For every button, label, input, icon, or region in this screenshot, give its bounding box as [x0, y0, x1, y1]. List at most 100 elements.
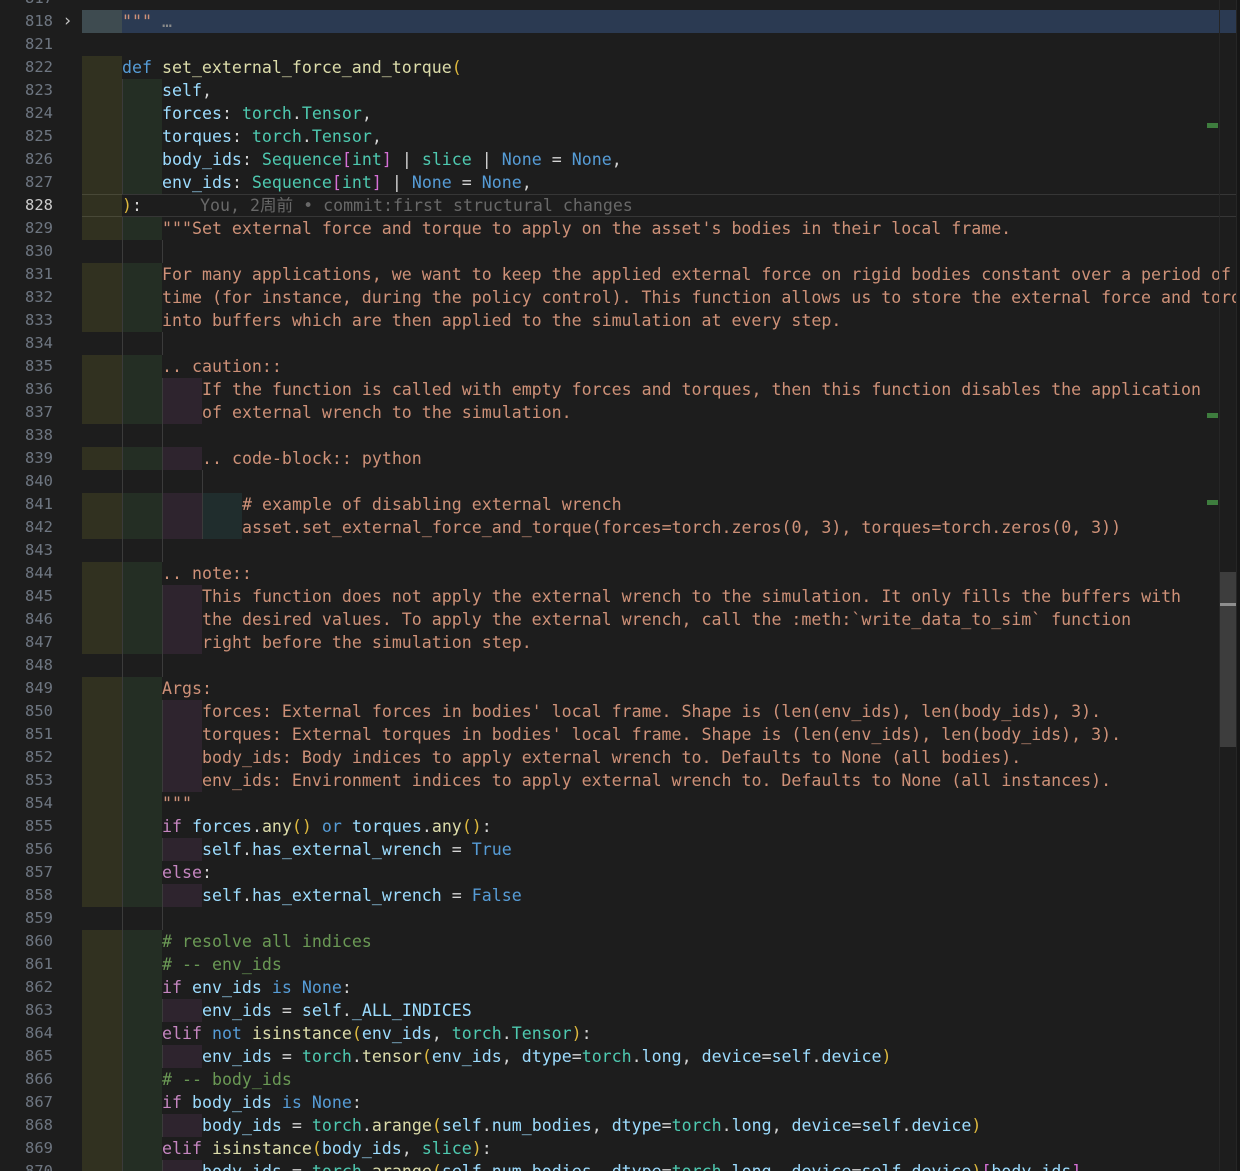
line-number[interactable]: 826 — [0, 148, 53, 171]
code-line-content[interactable]: torques: External torques in bodies' loc… — [82, 723, 1240, 746]
line-number[interactable]: 831 — [0, 263, 53, 286]
line-number[interactable]: 832 — [0, 286, 53, 309]
code-line-content[interactable]: """Set external force and torque to appl… — [82, 217, 1240, 240]
line-number[interactable]: 828 — [0, 194, 53, 217]
code-line-content[interactable]: of external wrench to the simulation. — [82, 401, 1240, 424]
code-line-content[interactable]: body_ids: Sequence[int] | slice | None =… — [82, 148, 1240, 171]
code-editor[interactable]: 817818›""" … 821822 def set_external_force… — [0, 0, 1240, 1171]
code-line-content[interactable] — [82, 907, 1240, 930]
line-number[interactable]: 842 — [0, 516, 53, 539]
line-number[interactable]: 824 — [0, 102, 53, 125]
line-number[interactable]: 825 — [0, 125, 53, 148]
code-line-content[interactable]: # example of disabling external wrench — [82, 493, 1240, 516]
line-number[interactable]: 855 — [0, 815, 53, 838]
line-number[interactable]: 850 — [0, 700, 53, 723]
line-number[interactable]: 866 — [0, 1068, 53, 1091]
code-line-content[interactable]: .. code-block:: python — [82, 447, 1240, 470]
line-number[interactable]: 844 — [0, 562, 53, 585]
overview-modified-marker[interactable] — [1207, 500, 1218, 505]
code-line-content[interactable]: forces: External forces in bodies' local… — [82, 700, 1240, 723]
code-line-content[interactable]: asset.set_external_force_and_torque(forc… — [82, 516, 1240, 539]
line-number[interactable]: 846 — [0, 608, 53, 631]
code-line-content[interactable]: body_ids = torch.arange(self.num_bodies,… — [82, 1114, 1240, 1137]
code-line-content[interactable]: body_ids = torch.arange(self.num_bodies,… — [82, 1160, 1240, 1171]
code-line-content[interactable]: This function does not apply the externa… — [82, 585, 1240, 608]
line-number[interactable]: 870 — [0, 1160, 53, 1171]
code-line-content[interactable] — [82, 332, 1240, 355]
code-line-content[interactable]: Args: — [82, 677, 1240, 700]
line-number[interactable]: 835 — [0, 355, 53, 378]
line-number[interactable]: 836 — [0, 378, 53, 401]
line-number[interactable]: 822 — [0, 56, 53, 79]
line-number[interactable]: 817 — [0, 0, 53, 10]
line-number[interactable]: 869 — [0, 1137, 53, 1160]
code-line-content[interactable]: ): You, 2周前 • commit:first structural cha… — [82, 194, 1240, 217]
line-number[interactable]: 854 — [0, 792, 53, 815]
code-line-content[interactable]: elif not isinstance(env_ids, torch.Tenso… — [82, 1022, 1240, 1045]
code-line-content[interactable]: the desired values. To apply the externa… — [82, 608, 1240, 631]
line-number[interactable]: 861 — [0, 953, 53, 976]
code-line-content[interactable]: if body_ids is None: — [82, 1091, 1240, 1114]
line-number[interactable]: 845 — [0, 585, 53, 608]
line-number[interactable]: 823 — [0, 79, 53, 102]
code-line-content[interactable]: For many applications, we want to keep t… — [82, 263, 1240, 286]
scrollbar-thumb[interactable] — [1220, 572, 1236, 747]
line-number[interactable]: 830 — [0, 240, 53, 263]
line-number[interactable]: 860 — [0, 930, 53, 953]
line-number[interactable]: 863 — [0, 999, 53, 1022]
overview-modified-marker[interactable] — [1207, 123, 1218, 128]
code-line-content[interactable]: self.has_external_wrench = True — [82, 838, 1240, 861]
code-line-content[interactable]: else: — [82, 861, 1240, 884]
line-number[interactable]: 852 — [0, 746, 53, 769]
code-line-content[interactable]: env_ids: Sequence[int] | None = None, — [82, 171, 1240, 194]
code-line-content[interactable]: torques: torch.Tensor, — [82, 125, 1240, 148]
line-number[interactable]: 859 — [0, 907, 53, 930]
chevron-right-icon[interactable]: › — [53, 10, 82, 33]
code-line-content[interactable] — [82, 33, 1240, 56]
line-number[interactable]: 843 — [0, 539, 53, 562]
code-line-content[interactable]: elif isinstance(body_ids, slice): — [82, 1137, 1240, 1160]
line-number[interactable]: 849 — [0, 677, 53, 700]
line-number[interactable]: 821 — [0, 33, 53, 56]
code-line-content[interactable]: # resolve all indices — [82, 930, 1240, 953]
line-number[interactable]: 868 — [0, 1114, 53, 1137]
code-line-content[interactable]: if forces.any() or torques.any(): — [82, 815, 1240, 838]
code-line-content[interactable]: .. note:: — [82, 562, 1240, 585]
code-line-content[interactable]: time (for instance, during the policy co… — [82, 286, 1240, 309]
overview-modified-marker[interactable] — [1207, 413, 1218, 418]
code-line-content[interactable] — [82, 470, 1240, 493]
line-number[interactable]: 818 — [0, 10, 53, 33]
code-line-content[interactable]: into buffers which are then applied to t… — [82, 309, 1240, 332]
line-number[interactable]: 856 — [0, 838, 53, 861]
code-line-content[interactable]: if env_ids is None: — [82, 976, 1240, 999]
code-line-content[interactable] — [82, 424, 1240, 447]
code-line-content[interactable] — [82, 654, 1240, 677]
line-number[interactable]: 862 — [0, 976, 53, 999]
code-line-content[interactable]: # -- body_ids — [82, 1068, 1240, 1091]
line-number[interactable]: 833 — [0, 309, 53, 332]
code-line-content[interactable]: env_ids = torch.tensor(env_ids, dtype=to… — [82, 1045, 1240, 1068]
code-line-content[interactable]: # -- env_ids — [82, 953, 1240, 976]
line-number[interactable]: 838 — [0, 424, 53, 447]
line-number[interactable]: 841 — [0, 493, 53, 516]
code-line-content[interactable]: """ — [82, 792, 1240, 815]
code-line-content[interactable]: self.has_external_wrench = False — [82, 884, 1240, 907]
line-number[interactable]: 827 — [0, 171, 53, 194]
code-line-content[interactable]: env_ids: Environment indices to apply ex… — [82, 769, 1240, 792]
code-line-content[interactable]: right before the simulation step. — [82, 631, 1240, 654]
line-number[interactable]: 837 — [0, 401, 53, 424]
line-number[interactable]: 865 — [0, 1045, 53, 1068]
code-line-content[interactable]: env_ids = self._ALL_INDICES — [82, 999, 1240, 1022]
line-number[interactable]: 847 — [0, 631, 53, 654]
code-line-content[interactable]: """ … — [82, 10, 1240, 33]
line-number[interactable]: 864 — [0, 1022, 53, 1045]
code-line-content[interactable] — [82, 0, 1240, 10]
line-number[interactable]: 857 — [0, 861, 53, 884]
line-number[interactable]: 853 — [0, 769, 53, 792]
code-line-content[interactable]: def set_external_force_and_torque( — [82, 56, 1240, 79]
line-number[interactable]: 858 — [0, 884, 53, 907]
line-number[interactable]: 867 — [0, 1091, 53, 1114]
code-line-content[interactable]: .. caution:: — [82, 355, 1240, 378]
line-number[interactable]: 840 — [0, 470, 53, 493]
line-number[interactable]: 829 — [0, 217, 53, 240]
